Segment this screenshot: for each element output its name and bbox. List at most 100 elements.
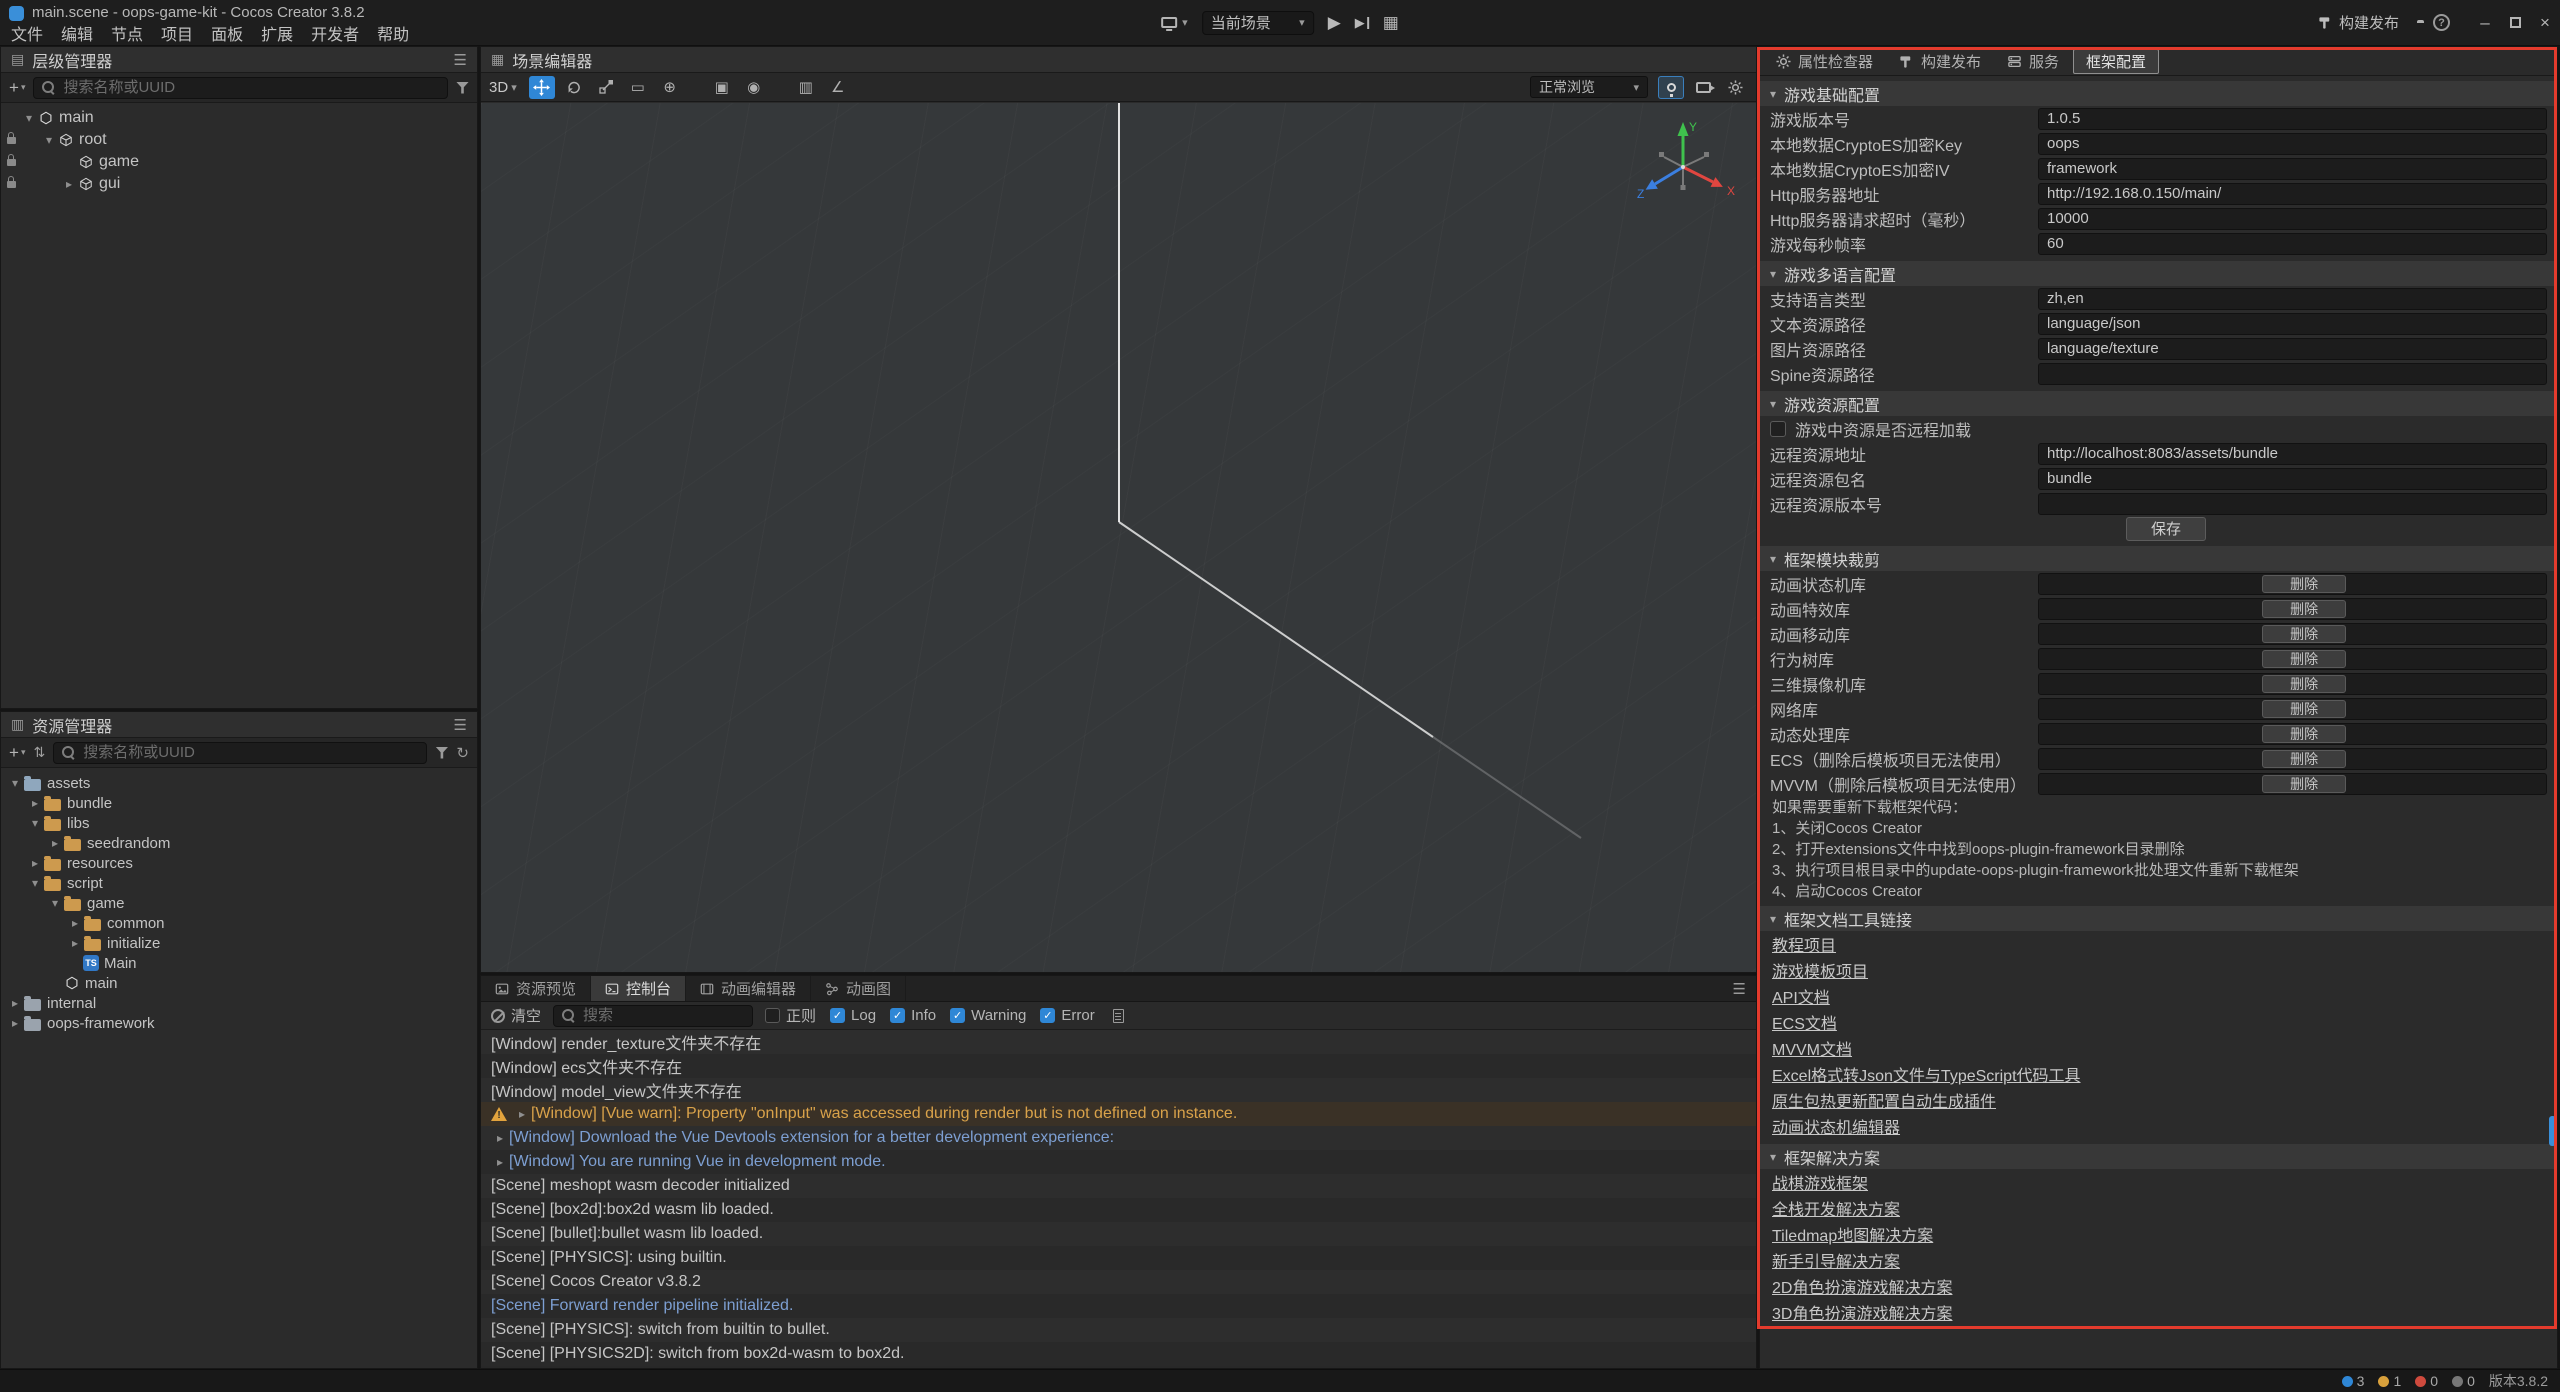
tree-caret-icon[interactable]: ▸	[7, 996, 23, 1010]
asset-node[interactable]: ▾game	[1, 893, 477, 913]
property-input[interactable]	[2038, 158, 2547, 180]
tree-caret-icon[interactable]: ▸	[7, 1016, 23, 1030]
scene-light-toggle-button[interactable]	[1658, 76, 1684, 99]
grid-snap-button[interactable]: ▥	[793, 76, 819, 99]
log-row[interactable]: [Window] ecs文件夹不存在	[481, 1054, 1756, 1078]
tree-caret-icon[interactable]: ▸	[67, 916, 83, 930]
close-button[interactable]: ×	[2530, 0, 2560, 45]
delete-button[interactable]: 删除	[2262, 600, 2346, 618]
panel-menu-icon[interactable]: ☰	[454, 51, 467, 69]
log-row[interactable]: [Scene] Forward render pipeline initiali…	[481, 1294, 1756, 1318]
filter-info[interactable]: Info	[890, 1007, 936, 1024]
hierarchy-node[interactable]: ▸gui	[1, 173, 477, 195]
delete-button[interactable]: 删除	[2262, 650, 2346, 668]
inspector-tab-1[interactable]: 构建发布	[1887, 47, 1993, 75]
section-header[interactable]: ▾游戏多语言配置	[1760, 261, 2557, 286]
asset-node[interactable]: ▸common	[1, 913, 477, 933]
asset-node[interactable]: ▸seedrandom	[1, 833, 477, 853]
property-input[interactable]	[2038, 468, 2547, 490]
checkbox-icon[interactable]	[950, 1008, 965, 1023]
minimize-button[interactable]: –	[2470, 0, 2500, 45]
doc-link[interactable]: MVVM文档	[1772, 1036, 1852, 1060]
delete-button[interactable]: 删除	[2262, 675, 2346, 693]
property-input[interactable]	[2038, 363, 2547, 385]
inspector-tab-2[interactable]: 服务	[1995, 47, 2071, 75]
doc-link[interactable]: ECS文档	[1772, 1010, 1837, 1034]
menu-item[interactable]: 面板	[202, 21, 252, 45]
log-row[interactable]: [Scene] Cocos Creator v3.8.2	[481, 1270, 1756, 1294]
doc-link[interactable]: 动画状态机编辑器	[1772, 1114, 1900, 1138]
menu-item[interactable]: 文件	[2, 21, 52, 45]
lock-icon[interactable]	[1, 137, 21, 144]
log-row[interactable]: [Window] model_view文件夹不存在	[481, 1078, 1756, 1102]
section-header[interactable]: ▾框架文档工具链接	[1760, 906, 2557, 931]
tree-caret-icon[interactable]: ▸	[27, 856, 43, 870]
rotate-tool-button[interactable]	[561, 76, 587, 99]
filter-error[interactable]: Error	[1040, 1007, 1094, 1024]
filter-warning[interactable]: Warning	[950, 1007, 1026, 1024]
asset-node[interactable]: ▾assets	[1, 773, 477, 793]
doc-link[interactable]: 教程项目	[1772, 932, 1836, 956]
filter-icon[interactable]	[456, 82, 469, 94]
space-toggle-button[interactable]: ◉	[741, 76, 767, 99]
tree-caret-icon[interactable]: ▾	[21, 111, 37, 125]
doc-link[interactable]: 新手引导解决方案	[1772, 1248, 1900, 1272]
doc-link[interactable]: Tiledmap地图解决方案	[1772, 1222, 1933, 1246]
log-row[interactable]: [Scene] [PHYSICS]: using builtin.	[481, 1246, 1756, 1270]
console-tab-0[interactable]: 资源预览	[481, 976, 591, 1001]
console-tab-1[interactable]: 控制台	[591, 976, 686, 1001]
log-row[interactable]: [Scene] [PHYSICS2D]: switch from box2d-w…	[481, 1342, 1756, 1366]
asset-node[interactable]: main	[1, 973, 477, 993]
section-header[interactable]: ▾框架模块裁剪	[1760, 546, 2557, 571]
panel-menu-icon[interactable]: ☰	[1733, 976, 1756, 1001]
tree-caret-icon[interactable]: ▾	[41, 133, 57, 147]
doc-link[interactable]: 原生包热更新配置自动生成插件	[1772, 1088, 1996, 1112]
checkbox-icon[interactable]	[1770, 421, 1786, 437]
panel-menu-icon[interactable]: ☰	[454, 716, 467, 734]
log-row[interactable]: ▸[Window] Download the Vue Devtools exte…	[481, 1126, 1756, 1150]
expand-caret-icon[interactable]: ▸	[491, 1131, 509, 1145]
assets-search-input[interactable]	[81, 743, 418, 762]
tree-caret-icon[interactable]: ▸	[61, 177, 77, 191]
property-input[interactable]	[2038, 133, 2547, 155]
angle-snap-button[interactable]: ∠	[825, 76, 851, 99]
create-asset-button[interactable]: +▾	[9, 743, 25, 763]
status-count-error[interactable]: 0	[2415, 1373, 2438, 1389]
console-tab-2[interactable]: 动画编辑器	[686, 976, 811, 1001]
doc-link[interactable]: 全栈开发解决方案	[1772, 1196, 1900, 1220]
scale-tool-button[interactable]	[593, 76, 619, 99]
hierarchy-search-input[interactable]	[61, 78, 439, 97]
save-button[interactable]: 保存	[2126, 517, 2206, 541]
scrollbar-thumb[interactable]	[2549, 1116, 2556, 1146]
asset-node[interactable]: ▸oops-framework	[1, 1013, 477, 1033]
menu-item[interactable]: 扩展	[252, 21, 302, 45]
asset-node[interactable]: ▸internal	[1, 993, 477, 1013]
tree-caret-icon[interactable]: ▾	[27, 816, 43, 830]
log-row[interactable]: [Scene] [PHYSICS]: switch from builtin t…	[481, 1318, 1756, 1342]
property-input[interactable]	[2038, 338, 2547, 360]
mode-3d-button[interactable]: 3D▾	[489, 79, 517, 96]
property-input[interactable]	[2038, 443, 2547, 465]
tree-caret-icon[interactable]: ▾	[47, 896, 63, 910]
preview-target-select[interactable]: ▾	[1161, 16, 1188, 29]
doc-link[interactable]: API文档	[1772, 984, 1830, 1008]
filter-icon[interactable]	[435, 747, 448, 759]
property-input[interactable]	[2038, 313, 2547, 335]
doc-link[interactable]: Excel格式转Json文件与TypeScript代码工具	[1772, 1062, 2081, 1086]
checkbox-icon[interactable]	[890, 1008, 905, 1023]
scene-settings-button[interactable]	[1722, 76, 1748, 99]
maximize-button[interactable]	[2500, 0, 2530, 45]
tree-caret-icon[interactable]: ▸	[67, 936, 83, 950]
expand-caret-icon[interactable]: ▸	[513, 1107, 531, 1121]
clear-console-button[interactable]: 清空	[491, 1005, 541, 1026]
menu-item[interactable]: 项目	[152, 21, 202, 45]
property-input[interactable]	[2038, 288, 2547, 310]
delete-button[interactable]: 删除	[2262, 625, 2346, 643]
log-row[interactable]: !▸[Window] [Vue warn]: Property "onInput…	[481, 1102, 1756, 1126]
property-input[interactable]	[2038, 208, 2547, 230]
refresh-icon[interactable]: ↻	[456, 744, 469, 762]
section-header[interactable]: ▾游戏基础配置	[1760, 81, 2557, 106]
view-mode-select[interactable]: 正常浏览▾	[1530, 76, 1648, 98]
filter-regex[interactable]: 正则	[765, 1005, 816, 1026]
tree-caret-icon[interactable]: ▾	[27, 876, 43, 890]
